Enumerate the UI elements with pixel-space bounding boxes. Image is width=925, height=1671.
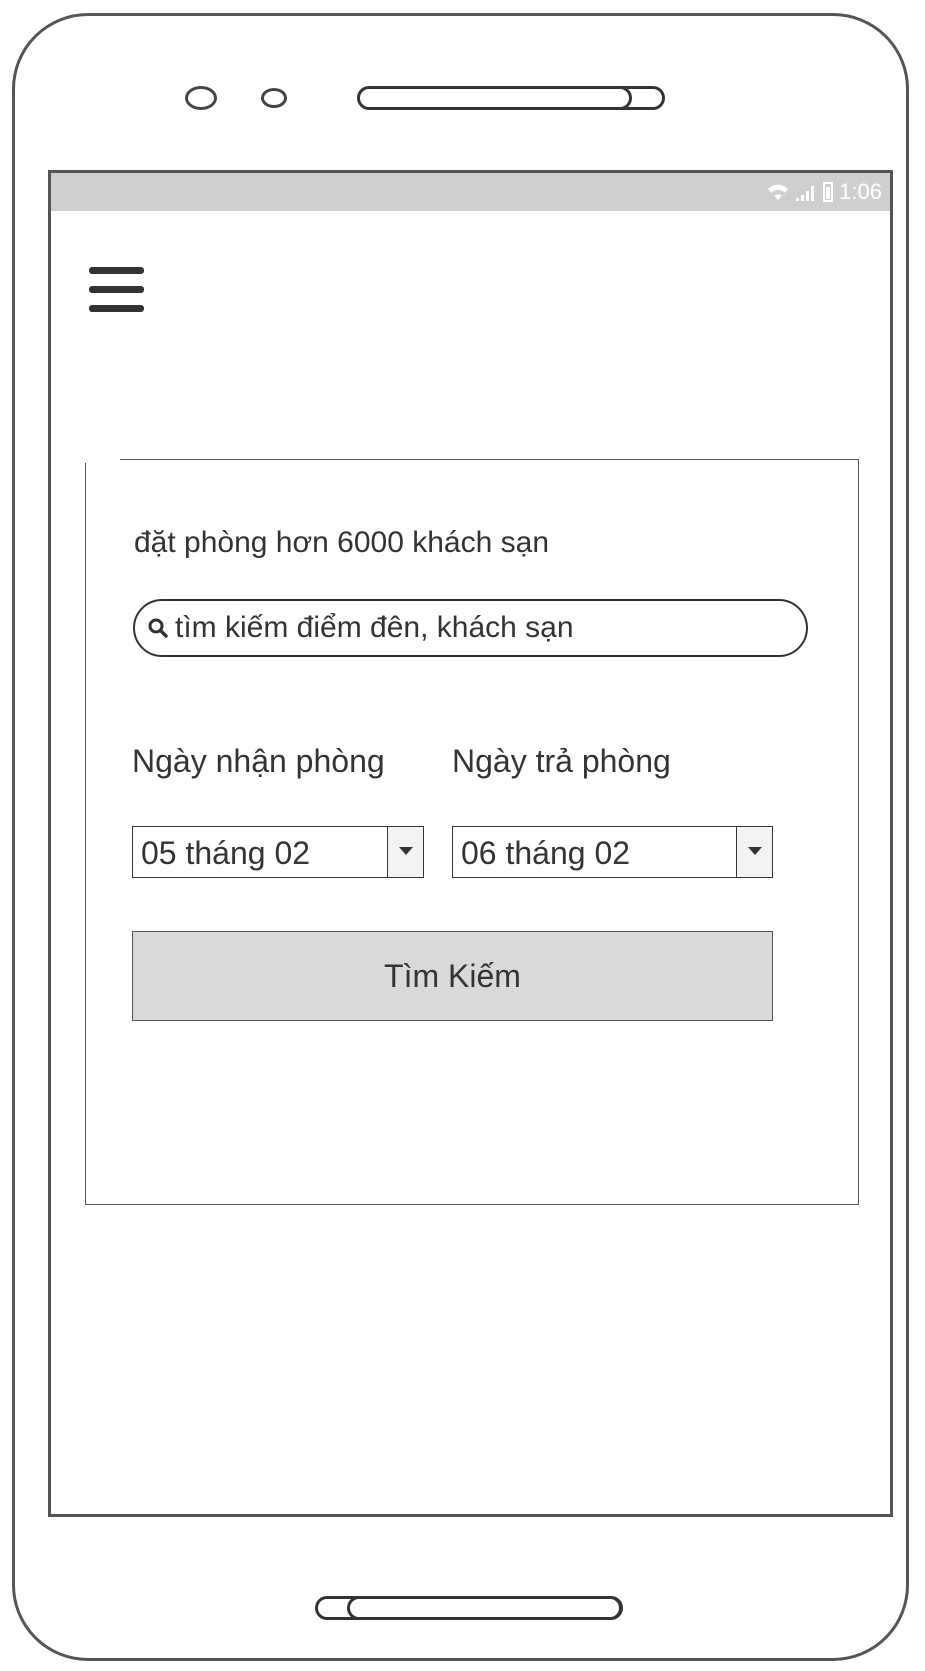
status-time: 1:06 — [839, 179, 882, 204]
checkout-date-value: 06 tháng 02 — [461, 835, 631, 871]
search-field[interactable] — [133, 599, 808, 657]
phone-screen: 1:06 đặt phòng hơn 6000 khách sạn Ngày n… — [48, 170, 893, 1517]
wifi-icon — [768, 184, 789, 200]
chevron-down-icon — [399, 847, 413, 855]
checkin-date-select[interactable]: 05 tháng 02 — [132, 826, 424, 878]
signal-icon — [796, 186, 815, 201]
checkin-dropdown-toggle[interactable] — [387, 827, 423, 877]
search-icon — [148, 618, 168, 638]
checkout-date-select[interactable]: 06 tháng 02 — [452, 826, 773, 878]
checkin-date-value: 05 tháng 02 — [141, 835, 311, 871]
chevron-down-icon — [748, 847, 762, 855]
checkout-label: Ngày trả phòng — [452, 743, 671, 779]
search-button[interactable]: Tìm Kiếm — [132, 931, 773, 1021]
home-button-icon[interactable] — [315, 1596, 625, 1620]
booking-headline: đặt phòng hơn 6000 khách sạn — [134, 526, 550, 559]
battery-icon — [823, 182, 834, 202]
checkout-dropdown-toggle[interactable] — [736, 827, 772, 877]
front-camera-icon — [185, 86, 217, 110]
speaker-grille-icon — [357, 86, 667, 110]
sensor-icon — [261, 88, 287, 108]
hamburger-menu-icon[interactable] — [89, 267, 144, 313]
search-input[interactable] — [175, 611, 735, 645]
status-bar: 1:06 — [51, 173, 890, 211]
checkin-label: Ngày nhận phòng — [132, 743, 385, 779]
booking-card: đặt phòng hơn 6000 khách sạn Ngày nhận p… — [84, 458, 859, 1205]
